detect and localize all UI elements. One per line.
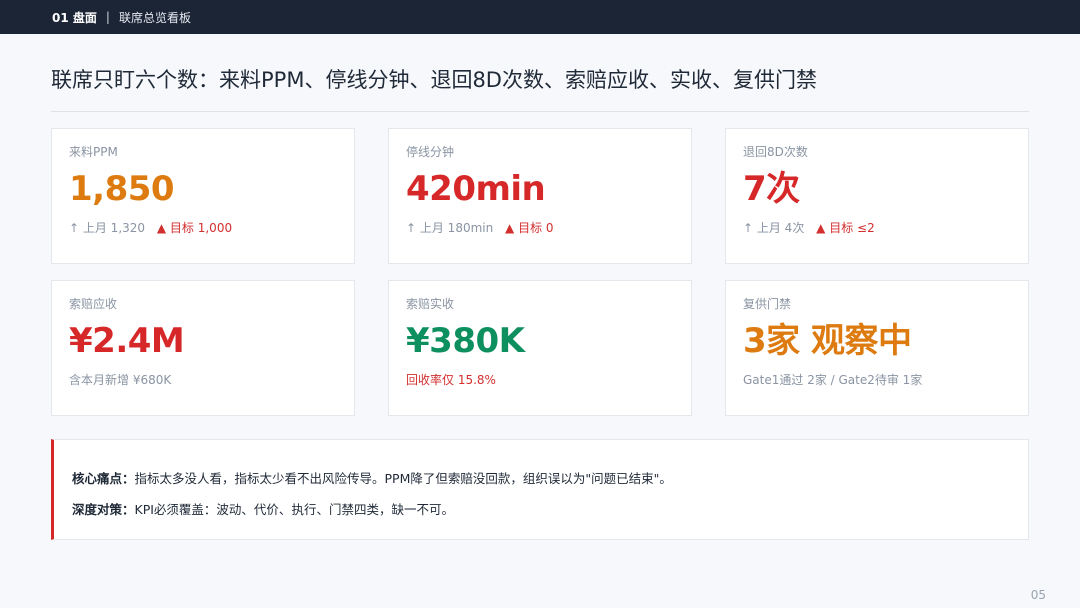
kpi-sub: ↑ 上月 180min ▲ 目标 0: [406, 219, 673, 236]
kpi-sub: 含本月新增 ¥680K: [69, 373, 172, 387]
kpi-label: 索赔应收: [69, 297, 118, 311]
kpi-label: 索赔实收: [406, 297, 455, 311]
headline-divider: [51, 111, 1029, 112]
kpi-trend: ↑ 上月 4次: [743, 221, 805, 235]
kpi-card-claims-receivable: 索赔应收 ¥2.4M 含本月新增 ¥680K: [51, 280, 355, 416]
kpi-label: 复供门禁: [743, 297, 792, 311]
kpi-value: ¥2.4M: [69, 321, 185, 361]
kpi-card-8d-returns: 退回8D次数 7次 ↑ 上月 4次 ▲ 目标 ≤2: [725, 128, 1029, 264]
pain-point-text: 指标太多没人看，指标太少看不出风险传导。PPM降了但索赔没回款，组织误以为"问题…: [134, 471, 672, 486]
kpi-sub: 回收率仅 15.8%: [406, 371, 673, 388]
pain-point-line: 核心痛点：指标太多没人看，指标太少看不出风险传导。PPM降了但索赔没回款，组织误…: [72, 468, 1028, 487]
kpi-sub: ↑ 上月 1,320 ▲ 目标 1,000: [69, 219, 336, 236]
countermeasure-text: KPI必须覆盖：波动、代价、执行、门禁四类，缺一不可。: [134, 502, 454, 517]
kpi-target: ▲ 目标 1,000: [156, 221, 233, 235]
kpi-sub: Gate1通过 2家 / Gate2待审 1家: [743, 373, 923, 387]
countermeasure-line: 深度对策：KPI必须覆盖：波动、代价、执行、门禁四类，缺一不可。: [72, 499, 1028, 518]
kpi-value: 420min: [406, 169, 546, 209]
breadcrumb-title: 联席总览看板: [118, 10, 191, 25]
kpi-sub: ↑ 上月 4次 ▲ 目标 ≤2: [743, 219, 1010, 236]
kpi-card-downtime: 停线分钟 420min ↑ 上月 180min ▲ 目标 0: [388, 128, 692, 264]
kpi-trend: ↑ 上月 1,320: [69, 221, 146, 235]
top-bar: 01 盘面 | 联席总览看板: [0, 0, 1080, 34]
kpi-label: 停线分钟: [406, 145, 455, 159]
pain-point-key: 核心痛点：: [72, 471, 135, 486]
insight-callout: 核心痛点：指标太多没人看，指标太少看不出风险传导。PPM降了但索赔没回款，组织误…: [51, 439, 1029, 540]
kpi-card-resupply-gate: 复供门禁 3家 观察中 Gate1通过 2家 / Gate2待审 1家: [725, 280, 1029, 416]
kpi-target: ▲ 目标 0: [505, 221, 554, 235]
kpi-target: ▲ 目标 ≤2: [816, 221, 875, 235]
kpi-value: 7次: [743, 169, 800, 209]
page-headline: 联席只盯六个数：来料PPM、停线分钟、退回8D次数、索赔应收、实收、复供门禁: [51, 68, 817, 92]
page-number: 05: [1030, 588, 1046, 602]
section-label: 01 盘面: [52, 10, 97, 25]
breadcrumb-separator: |: [105, 10, 110, 24]
kpi-trend: ↑ 上月 180min: [406, 221, 494, 235]
kpi-label: 来料PPM: [69, 145, 118, 159]
kpi-value: 3家 观察中: [743, 321, 912, 361]
countermeasure-key: 深度对策：: [72, 502, 135, 517]
kpi-card-claims-received: 索赔实收 ¥380K 回收率仅 15.8%: [388, 280, 692, 416]
kpi-value: ¥380K: [406, 321, 525, 361]
kpi-recovery-rate: 回收率仅 15.8%: [406, 373, 496, 387]
kpi-label: 退回8D次数: [743, 145, 808, 159]
kpi-value: 1,850: [69, 169, 175, 209]
kpi-card-ppm: 来料PPM 1,850 ↑ 上月 1,320 ▲ 目标 1,000: [51, 128, 355, 264]
